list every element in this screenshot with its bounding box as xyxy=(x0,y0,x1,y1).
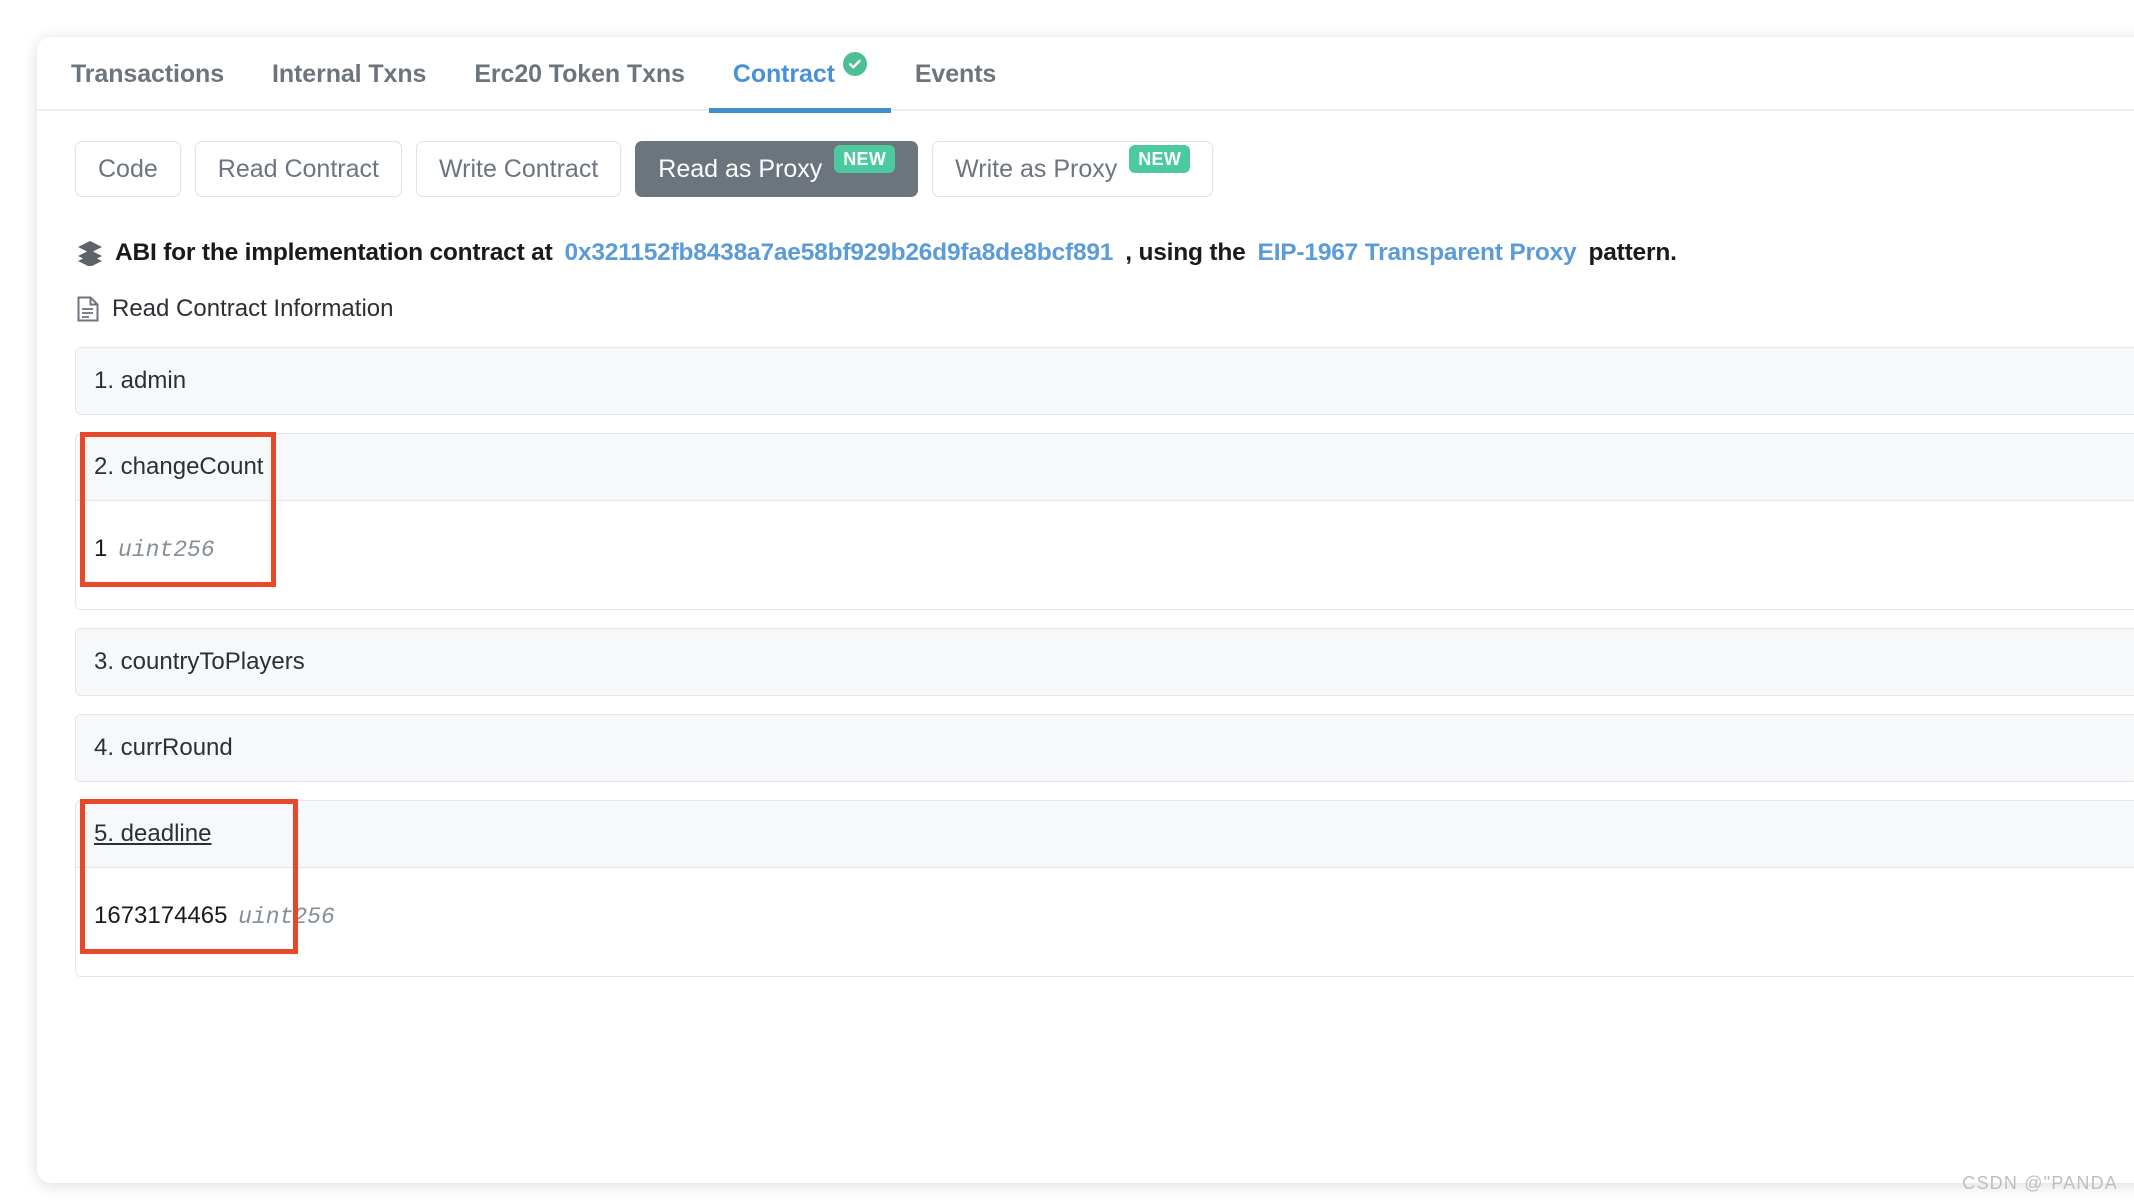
contract-card: Transactions Internal Txns Erc20 Token Txn… xyxy=(37,37,2134,1183)
function-name: 5. deadline xyxy=(94,820,212,847)
function-panel: 5. deadline 1673174465 uint256 xyxy=(75,800,2134,977)
abi-implementation-notice: ABI for the implementation contract at 0… xyxy=(37,197,2134,267)
page-root: Transactions Internal Txns Erc20 Token Txn… xyxy=(0,0,2134,1204)
function-name: 4. currRound xyxy=(94,734,233,761)
tab-transactions[interactable]: Transactions xyxy=(47,37,248,111)
abi-notice-suffix: pattern. xyxy=(1588,239,1677,266)
tab-label: Erc20 Token Txns xyxy=(474,59,685,88)
button-label: Write as Proxy xyxy=(955,154,1118,183)
read-functions-accordion: 1. admin 2. changeCount 1 uint256 3. countr… xyxy=(75,347,2134,977)
function-panel: 1. admin xyxy=(75,347,2134,415)
function-panel: 4. currRound xyxy=(75,714,2134,782)
tab-label: Transactions xyxy=(71,59,225,88)
verified-check-icon xyxy=(842,52,867,76)
tab-internal-txns[interactable]: Internal Txns xyxy=(248,37,450,111)
button-label: Read as Proxy xyxy=(658,154,823,183)
new-badge: NEW xyxy=(1129,145,1191,173)
button-label: Read Contract xyxy=(217,154,379,183)
return-value: 1 xyxy=(94,535,108,562)
tab-label: Contract xyxy=(732,59,835,88)
button-label: Write Contract xyxy=(438,154,599,183)
watermark: CSDN @"PANDA xyxy=(1962,1173,2118,1193)
function-panel-header[interactable]: 2. changeCount xyxy=(76,434,2134,501)
document-icon xyxy=(77,296,99,322)
return-type: uint256 xyxy=(118,537,215,563)
tab-contract[interactable]: Contract xyxy=(708,37,891,113)
tab-label: Events xyxy=(914,59,997,88)
function-panel: 3. countryToPlayers xyxy=(75,628,2134,696)
button-code[interactable]: Code xyxy=(75,141,181,197)
abi-notice-prefix: ABI for the implementation contract at xyxy=(115,239,553,266)
button-write-as-proxy[interactable]: Write as Proxy NEW xyxy=(932,141,1214,197)
function-panel-header[interactable]: 1. admin xyxy=(76,348,2134,414)
layers-icon xyxy=(78,241,102,266)
function-panel-header[interactable]: 3. countryToPlayers xyxy=(76,629,2134,695)
function-name: 2. changeCount xyxy=(94,453,264,480)
button-label: Code xyxy=(98,154,158,183)
implementation-address-link[interactable]: 0x321152fb8438a7ae58bf929b26d9fa8de8bcf8… xyxy=(565,239,1114,267)
function-panel: 2. changeCount 1 uint256 xyxy=(75,433,2134,610)
function-name: 3. countryToPlayers xyxy=(94,648,305,675)
eip1967-pattern-link[interactable]: EIP-1967 Transparent Proxy xyxy=(1258,239,1577,267)
function-panel-body: 1 uint256 xyxy=(76,501,2134,609)
read-contract-information-label: Read Contract Information xyxy=(112,295,394,322)
function-panel-header[interactable]: 4. currRound xyxy=(76,715,2134,781)
new-badge: NEW xyxy=(834,145,896,173)
tab-label: Internal Txns xyxy=(272,59,427,88)
read-contract-information-heading: Read Contract Information xyxy=(37,267,2134,323)
button-write-contract[interactable]: Write Contract xyxy=(415,141,622,197)
return-value: 1673174465 xyxy=(94,902,228,929)
contract-mode-button-row: Code Read Contract Write Contract Read as P… xyxy=(37,111,2134,197)
tab-events[interactable]: Events xyxy=(891,37,1020,111)
button-read-as-proxy[interactable]: Read as Proxy NEW xyxy=(635,141,919,197)
button-read-contract[interactable]: Read Contract xyxy=(194,141,402,197)
function-name: 1. admin xyxy=(94,367,187,394)
tab-strip: Transactions Internal Txns Erc20 Token Txn… xyxy=(37,37,2134,113)
return-type: uint256 xyxy=(238,904,335,930)
function-panel-header[interactable]: 5. deadline xyxy=(76,801,2134,868)
tab-erc20-token-txns[interactable]: Erc20 Token Txns xyxy=(450,37,709,111)
function-panel-body: 1673174465 uint256 xyxy=(76,868,2134,976)
abi-notice-middle: , using the xyxy=(1125,239,1246,266)
